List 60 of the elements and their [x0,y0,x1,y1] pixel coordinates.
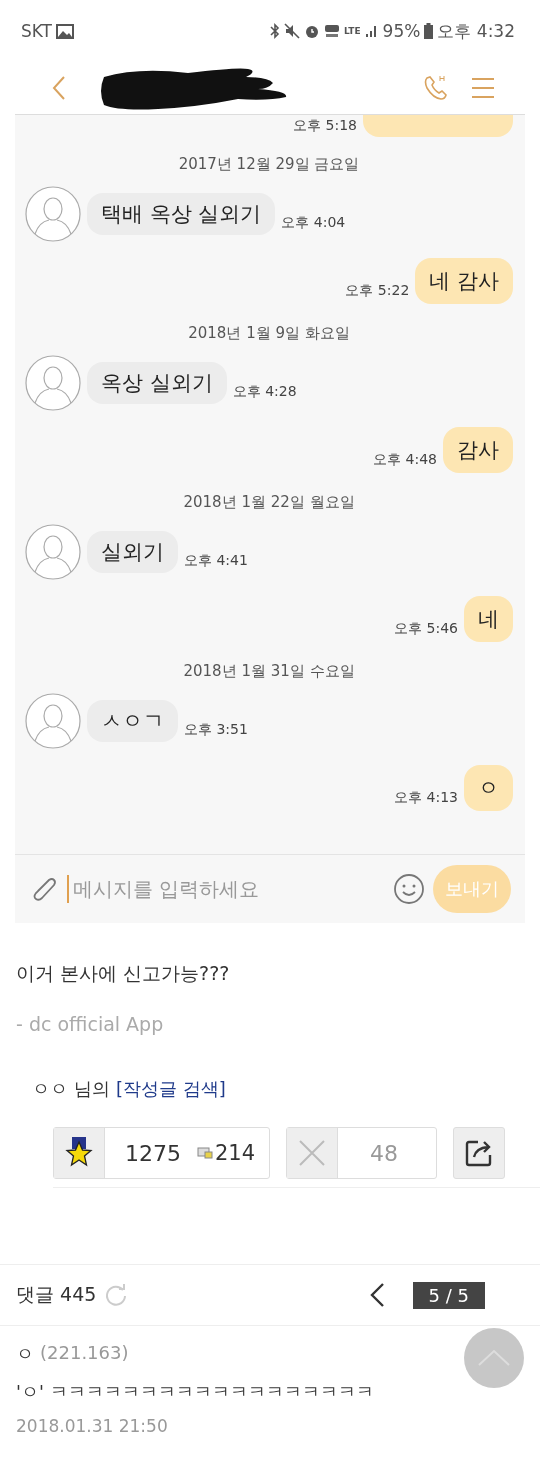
message-bubble: 옥상 실외기 [87,362,227,404]
avatar-icon [25,186,81,242]
date-separator: 2018년 1월 9일 화요일 [188,324,350,342]
page-indicator: 5 / 5 [412,1281,485,1309]
message-time: 오후 4:13 [394,789,458,807]
clock: 오후 4:32 [437,19,515,43]
message-bubble: 네 감사 [415,258,513,304]
signal-icon [364,24,379,38]
message-bubble: 네 [464,596,513,642]
message-time: 오후 4:28 [232,383,297,401]
message-time: 오후 5:22 [345,282,410,300]
carrier: SKT [21,21,52,41]
avatar-icon [25,524,81,580]
share-button[interactable] [453,1127,506,1179]
emoji-icon[interactable] [393,873,425,905]
message-time: 오후 4:41 [184,552,248,570]
downvote-count: 48 [369,1140,400,1166]
message-bubble: 택배 옥상 실외기 [87,193,276,235]
message-time: 오후 5:18 [293,117,357,135]
comment-count: 댓글 445 [16,1282,97,1307]
message-bubble: ㅇ [464,765,513,811]
author-suffix: 님의 [74,1077,110,1101]
previous-icon[interactable] [368,1282,385,1308]
recommend-count: 1275 [124,1140,182,1166]
message-bubble: ㅅㅇㄱ [87,700,178,742]
message-time: 오후 5:46 [394,620,458,638]
message-bubble: 실외기 [87,531,178,573]
post-signature: - dc official App [16,1013,165,1035]
battery-percent: 95% [382,21,421,41]
alarm-icon [304,23,321,39]
search-posts-link[interactable]: [작성글 검색] [116,1077,226,1101]
message-time: 오후 4:04 [281,214,346,232]
post-body: 이거 본사에 신고가능??? [16,961,231,986]
recommend-box[interactable]: 1275 214 [53,1127,271,1179]
date-separator: 2018년 1월 22일 월요일 [183,493,355,511]
comment-text: 'ㅇ' ㅋㅋㅋㅋㅋㅋㅋㅋㅋㅋㅋㅋㅋㅋㅋㅋㅋㅋ [16,1380,375,1404]
message-input[interactable]: 메시지를 입력하세요 [67,875,385,903]
date-separator: 2017년 12월 29일 금요일 [178,155,360,173]
message-bubble: 감사 [443,427,513,473]
message-time: 오후 3:51 [184,721,248,739]
network-label: LTE [344,26,361,36]
battery-icon [424,23,434,39]
scroll-top-button[interactable] [464,1328,524,1388]
avatar-icon [25,355,81,411]
bluetooth-icon [270,23,281,39]
mute-icon [284,23,301,39]
message-time: 오후 4:48 [373,451,437,469]
author-name: ㅇㅇ [32,1077,68,1101]
close-icon [298,1139,327,1167]
fix-recommend-icon [197,1147,213,1159]
back-icon[interactable] [52,75,66,101]
fix-recommend-count: 214 [215,1141,256,1165]
refresh-icon[interactable] [104,1283,129,1307]
menu-icon[interactable] [471,77,495,99]
date-separator: 2018년 1월 31일 수요일 [183,662,355,680]
comment-date: 2018.01.31 21:50 [16,1416,169,1436]
avatar-icon [25,693,81,749]
image-icon [56,23,74,39]
commenter-name: ㅇ [16,1342,34,1366]
commenter-ip: (221.163) [40,1342,129,1365]
